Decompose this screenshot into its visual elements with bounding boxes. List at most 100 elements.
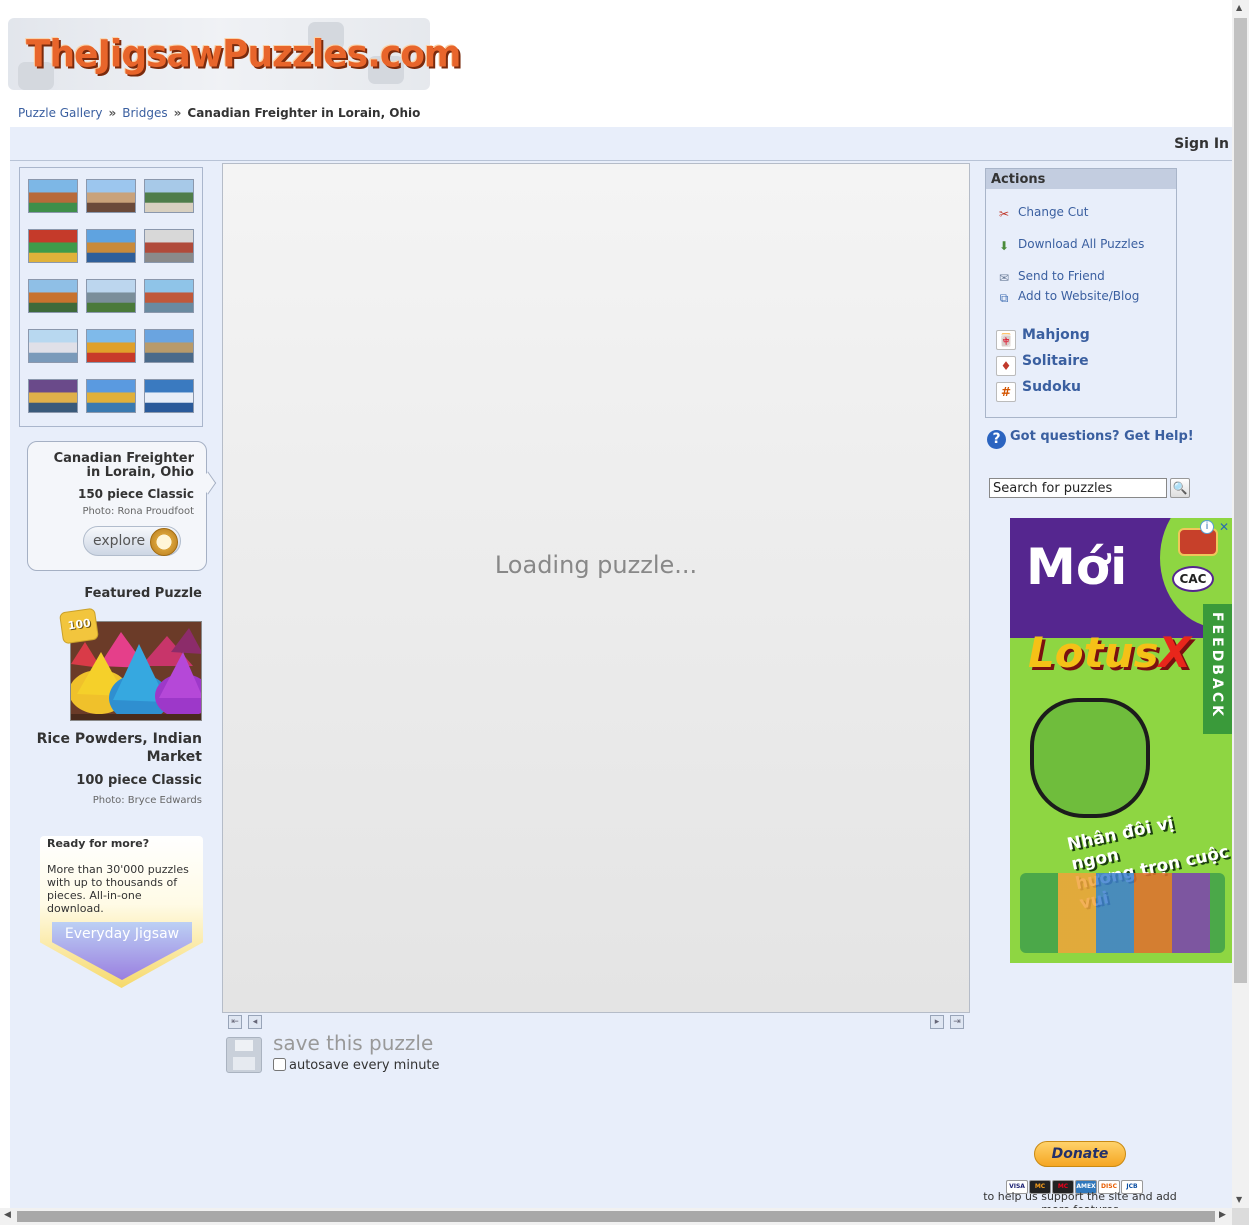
help-label: Got questions? Get Help! — [1010, 429, 1194, 444]
puzzle-thumbnail[interactable] — [28, 329, 78, 363]
sign-in-link[interactable]: Sign In — [1174, 136, 1229, 152]
donate-button[interactable]: Donate — [1034, 1141, 1126, 1167]
advertisement[interactable]: Mới CAC LotusX Nhân đôi vị ngonhương trọ… — [1010, 518, 1232, 963]
breadcrumb-separator: » — [173, 106, 182, 120]
change-cut-link[interactable]: ✂ Change Cut — [996, 205, 1088, 221]
site-logo[interactable]: TheJigsawPuzzles.com — [8, 18, 461, 90]
puzzle-credit: Photo: Rona Proudfoot — [82, 506, 194, 517]
add-to-website-label: Add to Website/Blog — [1018, 289, 1140, 303]
autosave-option[interactable]: autosave every minute — [273, 1058, 440, 1073]
top-bar — [10, 127, 1232, 161]
promo-heading: Ready for more? — [47, 837, 150, 850]
download-icon: ⬇ — [998, 239, 1010, 253]
donate-text: to help us support the site and add more… — [983, 1190, 1177, 1209]
sudoku-link[interactable]: # Sudoku — [996, 379, 1081, 402]
send-to-friend-link[interactable]: ✉ Send to Friend — [996, 269, 1105, 285]
embed-icon: ⧉ — [999, 291, 1009, 305]
puzzle-thumbnail[interactable] — [86, 229, 136, 263]
piece-count-badge: 100 — [58, 607, 100, 645]
explore-label: explore — [93, 533, 146, 549]
scissors-icon: ✂ — [998, 207, 1010, 221]
ad-info-icon[interactable]: i — [1200, 520, 1214, 534]
puzzle-thumbnail[interactable] — [28, 379, 78, 413]
logo-text: TheJigsawPuzzles.com — [26, 32, 461, 77]
puzzle-info-box: Canadian Freighter in Lorain, Ohio 150 p… — [27, 441, 217, 571]
featured-title-link[interactable]: Rice Powders, Indian Market — [20, 730, 202, 766]
ad-badge: CAC — [1172, 566, 1214, 592]
ad-cup-icon — [1178, 528, 1218, 556]
badge-label: 100 — [66, 616, 92, 633]
breadcrumb-link-gallery[interactable]: Puzzle Gallery — [18, 106, 103, 120]
actions-heading: Actions — [986, 169, 1176, 189]
first-puzzle-button[interactable]: ⇤ — [228, 1015, 242, 1029]
envelope-icon: ✉ — [998, 271, 1010, 285]
sudoku-icon: # — [996, 382, 1016, 402]
compass-icon — [150, 528, 178, 556]
puzzle-canvas[interactable]: Loading puzzle... — [222, 163, 970, 1013]
scrollbar-corner — [1232, 1208, 1249, 1225]
actions-panel: Actions ✂ Change Cut ⬇ Download All Puzzle… — [985, 168, 1177, 418]
puzzle-thumbnail[interactable] — [144, 179, 194, 213]
explore-button[interactable]: explore — [83, 526, 181, 556]
promo-body: More than 30'000 puzzles with up to thou… — [47, 863, 189, 915]
floppy-disk-icon[interactable] — [226, 1037, 262, 1073]
autosave-checkbox[interactable] — [273, 1058, 286, 1071]
horizontal-scrollbar[interactable]: ◀ ▶ — [0, 1208, 1232, 1225]
mahjong-link[interactable]: 🀄 Mahjong — [996, 327, 1090, 350]
puzzle-thumbnail[interactable] — [86, 329, 136, 363]
last-puzzle-button[interactable]: ⇥ — [950, 1015, 964, 1029]
puzzle-thumbnail[interactable] — [28, 179, 78, 213]
puzzle-thumbnail[interactable] — [144, 279, 194, 313]
download-all-link[interactable]: ⬇ Download All Puzzles — [996, 237, 1144, 253]
everyday-jigsaw-promo[interactable]: Ready for more? More than 30'000 puzzles… — [40, 836, 203, 988]
search-button[interactable]: 🔍 — [1170, 478, 1190, 498]
breadcrumb-link-bridges[interactable]: Bridges — [122, 106, 167, 120]
thumbnail-grid — [19, 167, 203, 427]
breadcrumb-current: Canadian Freighter in Lorain, Ohio — [187, 106, 421, 120]
solitaire-link[interactable]: ♦ Solitaire — [996, 353, 1089, 376]
puzzle-thumbnail[interactable] — [144, 329, 194, 363]
ad-headline: Mới — [1026, 538, 1128, 596]
mahjong-icon: 🀄 — [996, 330, 1016, 350]
help-link[interactable]: ? Got questions? Get Help! — [987, 429, 1194, 449]
promo-button[interactable]: Everyday Jigsaw — [52, 922, 192, 980]
promo-button-label: Everyday Jigsaw — [64, 926, 180, 942]
autosave-label: autosave every minute — [289, 1058, 440, 1073]
puzzle-thumbnail[interactable] — [28, 229, 78, 263]
search-icon: 🔍 — [1172, 481, 1188, 495]
save-puzzle-button[interactable]: save this puzzle — [273, 1031, 433, 1055]
question-icon: ? — [987, 430, 1006, 449]
horizontal-scroll-thumb[interactable] — [17, 1211, 1215, 1222]
search-input[interactable] — [989, 478, 1167, 498]
ad-close-icon[interactable]: ✕ — [1219, 520, 1229, 534]
puzzle-thumbnail[interactable] — [86, 279, 136, 313]
scroll-down-icon[interactable]: ▼ — [1236, 1195, 1242, 1204]
previous-puzzle-button[interactable]: ◂ — [248, 1015, 262, 1029]
sudoku-label: Sudoku — [1022, 379, 1081, 395]
ad-brand-name: Lotus — [1028, 628, 1159, 677]
loading-message: Loading puzzle... — [494, 551, 698, 579]
change-cut-label: Change Cut — [1018, 205, 1089, 219]
puzzle-thumbnail[interactable] — [28, 279, 78, 313]
download-all-label: Download All Puzzles — [1018, 237, 1145, 251]
vertical-scroll-thumb[interactable] — [1234, 18, 1247, 983]
scroll-up-icon[interactable]: ▲ — [1236, 3, 1242, 12]
puzzle-thumbnail[interactable] — [144, 379, 194, 413]
puzzle-thumbnail[interactable] — [86, 179, 136, 213]
puzzle-thumbnail[interactable] — [86, 379, 136, 413]
feedback-label: FEEDBACK — [1209, 612, 1225, 719]
ad-brand: LotusX — [1028, 628, 1191, 677]
breadcrumb-separator: » — [108, 106, 117, 120]
add-to-website-link[interactable]: ⧉ Add to Website/Blog — [996, 289, 1140, 305]
ad-mascot-illustration — [1030, 698, 1150, 818]
feedback-tab[interactable]: FEEDBACK — [1203, 604, 1232, 734]
puzzle-title: Canadian Freighter in Lorain, Ohio — [53, 451, 194, 480]
vertical-scrollbar[interactable]: ▲ ▼ — [1232, 0, 1249, 1208]
mahjong-label: Mahjong — [1022, 327, 1090, 343]
next-puzzle-button[interactable]: ▸ — [930, 1015, 944, 1029]
puzzle-thumbnail[interactable] — [144, 229, 194, 263]
site-header: TheJigsawPuzzles.com Puzzle Gallery » Brid… — [0, 0, 1232, 127]
scroll-right-icon[interactable]: ▶ — [1219, 1210, 1226, 1220]
scroll-left-icon[interactable]: ◀ — [4, 1210, 11, 1220]
breadcrumb: Puzzle Gallery » Bridges » Canadian Freighte… — [18, 106, 420, 120]
